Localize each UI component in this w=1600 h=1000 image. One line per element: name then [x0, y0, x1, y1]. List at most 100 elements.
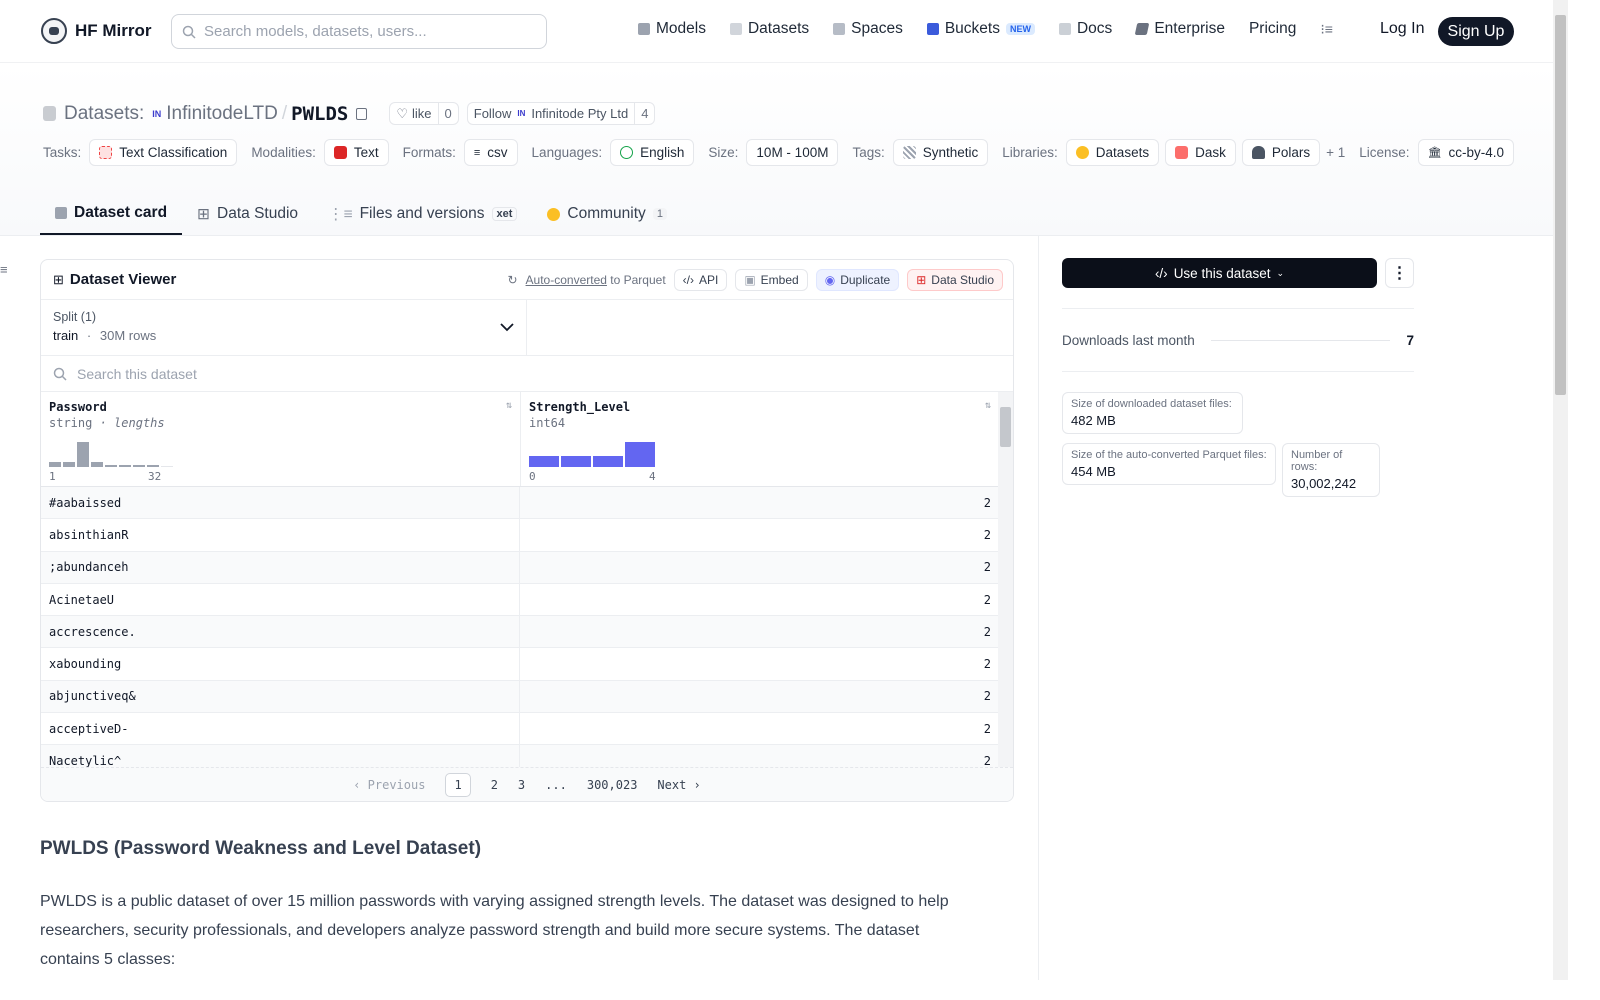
tags-label: Tags:	[852, 145, 885, 160]
more-menu-icon[interactable]: ⁝≡	[1320, 21, 1333, 38]
password-cell: acceptiveD-	[41, 713, 520, 745]
password-cell: AcinetaeU	[41, 583, 520, 616]
table-row[interactable]: absinthianR 2	[41, 519, 1013, 552]
more-options-button[interactable]: ⋮	[1385, 258, 1414, 288]
use-dataset-button[interactable]: ‹/› Use this dataset ⌄	[1062, 258, 1377, 288]
global-search-input[interactable]: Search models, datasets, users...	[171, 14, 547, 49]
task-tag[interactable]: Text Classification	[89, 139, 238, 166]
nav-buckets[interactable]: Buckets NEW	[926, 20, 1035, 38]
database-icon	[729, 23, 742, 35]
previous-label: Previous	[367, 777, 426, 792]
lib-dask-label: Dask	[1195, 145, 1226, 160]
password-cell: #aabaissed	[41, 487, 520, 519]
brand-logo[interactable]: HF Mirror	[41, 18, 152, 44]
table-row[interactable]: abjunctiveq& 2	[41, 680, 1013, 714]
column-header-strength-level[interactable]: Strength_Level int64 ⇅ 0 4	[520, 392, 999, 486]
nav-pricing[interactable]: Pricing	[1249, 20, 1296, 38]
sidebar-toggle-icon[interactable]: ≡	[0, 262, 8, 277]
language-tag[interactable]: English	[610, 139, 695, 166]
card-paragraph: PWLDS is a public dataset of over 15 mil…	[40, 893, 949, 968]
dataset-search-input[interactable]: Search this dataset	[41, 356, 1013, 392]
like-button[interactable]: ♡ like 0	[389, 102, 459, 125]
page-2-button[interactable]: 2	[491, 778, 498, 792]
lib-datasets-tag[interactable]: Datasets	[1065, 139, 1160, 166]
page-1-button[interactable]: 1	[445, 772, 471, 797]
lib-polars-tag[interactable]: Polars	[1241, 139, 1321, 166]
copy-icon[interactable]	[356, 107, 368, 120]
table-row[interactable]: accrescence. 2	[41, 616, 1013, 649]
lib-more[interactable]: + 1	[1326, 145, 1345, 160]
to-parquet-label: to Parquet	[610, 273, 666, 287]
chevron-down-icon	[500, 323, 514, 332]
nav-enterprise[interactable]: Enterprise	[1135, 20, 1225, 38]
page-3-button[interactable]: 3	[518, 778, 525, 792]
data-studio-button[interactable]: ⊞ Data Studio	[907, 269, 1003, 291]
pagination: ‹ Previous 1 2 3 ... 300,023 Next ›	[41, 767, 1013, 801]
page-scrollbar[interactable]	[1553, 0, 1568, 980]
tab-dataset-card[interactable]: Dataset card	[40, 193, 183, 235]
size-tag[interactable]: 10M - 100M	[746, 139, 839, 166]
nav-datasets[interactable]: Datasets	[729, 20, 809, 38]
breadcrumb: Datasets: IN InfinitodeLTD / PWLDS ♡ like…	[43, 102, 656, 125]
repo-name[interactable]: PWLDS	[291, 103, 348, 125]
parquet-size-label: Size of the auto-converted Parquet files…	[1071, 449, 1267, 461]
viewer-title: Dataset Viewer	[69, 271, 177, 288]
signup-button[interactable]: Sign Up	[1438, 17, 1514, 46]
previous-page-button[interactable]: ‹ Previous	[353, 778, 425, 792]
table-row[interactable]: xabounding 2	[41, 648, 1013, 681]
nav-docs[interactable]: Docs	[1058, 20, 1112, 38]
split-dot: ·	[86, 328, 92, 343]
embed-button[interactable]: ▣ Embed	[735, 269, 808, 291]
follow-button[interactable]: Follow IN Infinitode Pty Ltd 4	[466, 102, 656, 125]
sort-icon[interactable]: ⇅	[506, 400, 512, 411]
table-icon: ⊞	[197, 205, 211, 223]
login-link[interactable]: Log In	[1380, 20, 1424, 38]
tab-files[interactable]: ⋮≡ Files and versions xet	[313, 193, 532, 235]
grid-icon	[833, 23, 846, 35]
nav-spaces[interactable]: Spaces	[833, 20, 903, 38]
split-value: train · 30M rows	[53, 328, 514, 343]
license-tag[interactable]: 🏛 cc-by-4.0	[1417, 139, 1515, 166]
table-row[interactable]: AcinetaeU 2	[41, 583, 1013, 617]
polars-icon	[1251, 146, 1265, 159]
tab-dataset-card-label: Dataset card	[74, 204, 168, 221]
last-page-button[interactable]: 300,023	[587, 778, 638, 792]
text-icon	[333, 146, 347, 159]
repo-owner[interactable]: InfinitodeLTD	[166, 103, 278, 125]
libraries-label: Libraries:	[1002, 145, 1058, 160]
split-selector[interactable]: Split (1) train · 30M rows	[41, 300, 1013, 356]
duplicate-button[interactable]: ◉ Duplicate	[815, 269, 900, 291]
modality-tag[interactable]: Text	[323, 139, 389, 166]
tab-data-studio[interactable]: ⊞ Data Studio	[182, 193, 313, 235]
nav-models-label: Models	[656, 20, 706, 37]
lib-dask-tag[interactable]: Dask	[1165, 139, 1236, 166]
scrollbar-thumb[interactable]	[1000, 407, 1011, 447]
hist-max: 4	[649, 470, 656, 483]
sort-icon[interactable]: ⇅	[985, 400, 991, 411]
hist-min: 0	[529, 470, 536, 483]
tag-bar: Tasks: Text Classification Modalities: T…	[43, 139, 1528, 166]
downloads-stat: Downloads last month 7	[1062, 308, 1414, 372]
column-type: int64	[529, 416, 566, 430]
repo-kind[interactable]: Datasets:	[64, 103, 144, 125]
task-label: Text Classification	[119, 145, 228, 160]
dataset-card: PWLDS (Password Weakness and Level Datas…	[40, 838, 970, 974]
dataset-search-placeholder: Search this dataset	[77, 365, 197, 382]
nav-models[interactable]: Models	[638, 20, 706, 38]
parquet-size-stat: Size of the auto-converted Parquet files…	[1062, 443, 1276, 485]
column-header-password[interactable]: Password string · lengths ⇅ 1 32	[41, 392, 520, 486]
api-button[interactable]: ‹/› API	[673, 269, 728, 291]
hf-logo-icon	[41, 18, 67, 44]
table-scrollbar[interactable]	[998, 392, 1013, 767]
split-dropdown[interactable]: Split (1) train · 30M rows	[41, 300, 527, 355]
table-row[interactable]: ;abundanceh 2	[41, 551, 1013, 584]
format-tag[interactable]: ≡ csv	[463, 139, 518, 166]
split-rows: 30M rows	[99, 328, 157, 343]
synthetic-tag[interactable]: Synthetic	[892, 139, 989, 166]
table-row[interactable]: acceptiveD- 2	[41, 713, 1013, 746]
next-page-button[interactable]: Next ›	[657, 778, 700, 792]
table-row[interactable]: #aabaissed 2	[41, 487, 1013, 520]
page-scrollbar-thumb[interactable]	[1555, 15, 1566, 395]
tab-community[interactable]: Community 1	[532, 193, 682, 235]
auto-converted-link[interactable]: Auto-converted to Parquet	[526, 273, 666, 287]
